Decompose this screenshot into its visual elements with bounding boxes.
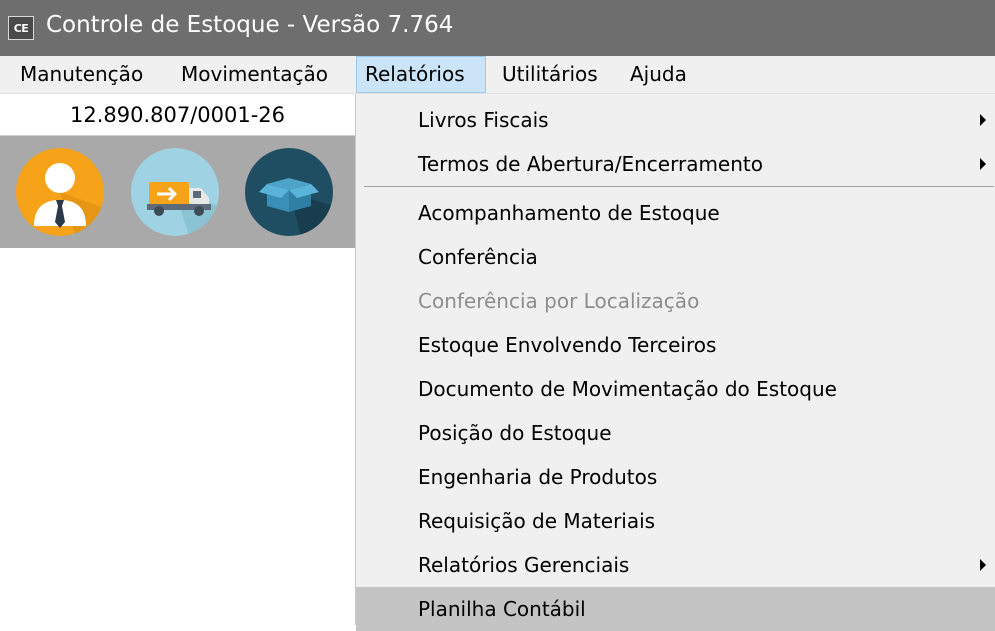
menu-item-label: Acompanhamento de Estoque xyxy=(418,201,720,225)
submenu-arrow-icon xyxy=(980,559,986,571)
menu-item-label: Conferência por Localização xyxy=(418,289,700,313)
menu-item-label: Posição do Estoque xyxy=(418,421,612,445)
menu-ajuda[interactable]: Ajuda xyxy=(622,56,695,93)
menu-item-documento-movimentacao[interactable]: Documento de Movimentação do Estoque xyxy=(356,367,995,411)
menu-item-posicao-estoque[interactable]: Posição do Estoque xyxy=(356,411,995,455)
title-bar-background: CE Controle de Estoque - Versão 7.764 xyxy=(0,0,995,56)
menu-item-label: Planilha Contábil xyxy=(418,597,586,621)
menu-item-estoque-terceiros[interactable]: Estoque Envolvendo Terceiros xyxy=(356,323,995,367)
relatorios-dropdown-menu: Livros Fiscais Termos de Abertura/Encerr… xyxy=(355,94,995,631)
menu-item-label: Livros Fiscais xyxy=(418,108,549,132)
menu-item-engenharia-produtos[interactable]: Engenharia de Produtos xyxy=(356,455,995,499)
menu-item-label: Estoque Envolvendo Terceiros xyxy=(418,333,717,357)
menu-item-label: Engenharia de Produtos xyxy=(418,465,658,489)
window-title: Controle de Estoque - Versão 7.764 xyxy=(46,12,454,38)
menu-item-label: Conferência xyxy=(418,245,538,269)
title-bar: CE Controle de Estoque - Versão 7.764 xyxy=(0,0,995,56)
menu-item-label: Relatórios Gerenciais xyxy=(418,553,630,577)
menu-manutencao[interactable]: Manutenção xyxy=(12,56,151,93)
user-icon[interactable] xyxy=(16,148,104,236)
menu-item-acompanhamento-estoque[interactable]: Acompanhamento de Estoque xyxy=(356,191,995,235)
box-icon[interactable] xyxy=(245,148,333,236)
menu-item-requisicao-materiais[interactable]: Requisição de Materiais xyxy=(356,499,995,543)
submenu-arrow-icon xyxy=(980,158,986,170)
menu-bar: Manutenção Movimentação Relatórios Utili… xyxy=(0,56,995,94)
menu-movimentacao[interactable]: Movimentação xyxy=(173,56,336,93)
menu-item-conferencia[interactable]: Conferência xyxy=(356,235,995,279)
menu-item-label: Termos de Abertura/Encerramento xyxy=(418,152,763,176)
menu-item-relatorios-gerenciais[interactable]: Relatórios Gerenciais xyxy=(356,543,995,587)
shortcut-icon-bar xyxy=(0,136,355,248)
app-icon[interactable]: CE xyxy=(8,16,34,40)
delivery-truck-icon[interactable] xyxy=(131,148,219,236)
left-panel: 12.890.807/0001-26 xyxy=(0,94,355,625)
menu-item-label: Requisição de Materiais xyxy=(418,509,656,533)
menu-item-label: Documento de Movimentação do Estoque xyxy=(418,377,837,401)
submenu-arrow-icon xyxy=(980,114,986,126)
company-cnpj: 12.890.807/0001-26 xyxy=(0,94,355,136)
menu-item-termos-abertura-encerramento[interactable]: Termos de Abertura/Encerramento xyxy=(356,142,995,186)
menu-item-planilha-contabil[interactable]: Planilha Contábil xyxy=(356,587,995,631)
menu-item-conferencia-localizacao: Conferência por Localização xyxy=(356,279,995,323)
menu-separator xyxy=(364,186,994,187)
menu-item-livros-fiscais[interactable]: Livros Fiscais xyxy=(356,98,995,142)
menu-relatorios[interactable]: Relatórios xyxy=(356,56,486,93)
menu-utilitarios[interactable]: Utilitários xyxy=(494,56,606,93)
